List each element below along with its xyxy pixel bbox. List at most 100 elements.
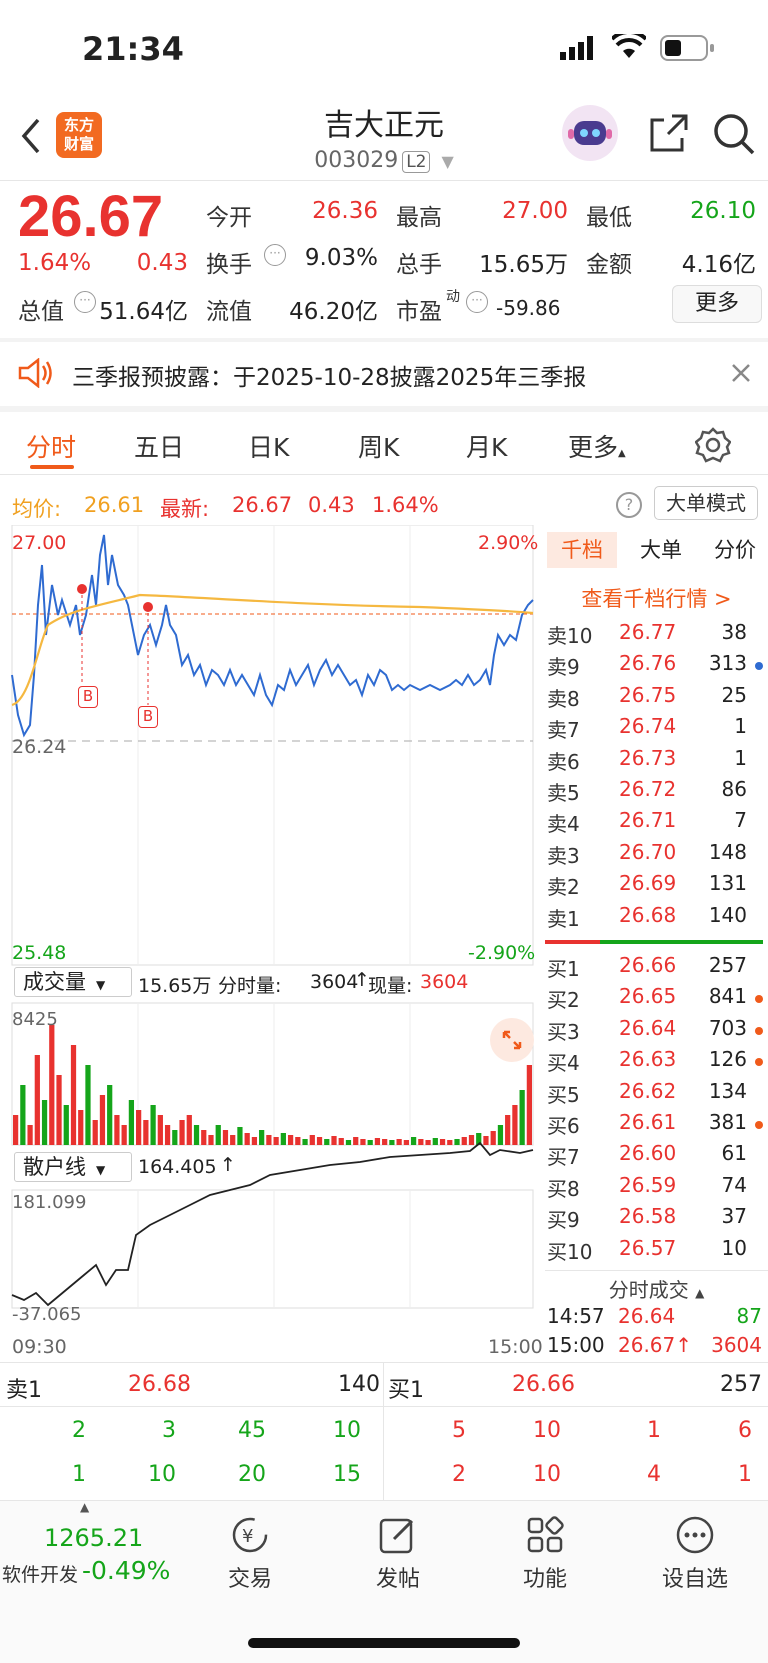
close-icon[interactable] bbox=[730, 362, 752, 388]
ask-row[interactable]: 卖5 26.72 86 bbox=[545, 777, 765, 808]
float-value: 46.20亿 bbox=[289, 299, 378, 325]
search-icon[interactable] bbox=[712, 112, 756, 160]
expand-icon[interactable] bbox=[490, 1018, 534, 1062]
index-value[interactable]: 1265.21 bbox=[44, 1524, 143, 1552]
tab-more[interactable]: 更多▲ bbox=[568, 428, 626, 464]
large-order-dot bbox=[755, 995, 763, 1004]
bid-row[interactable]: 买6 26.61 381 bbox=[545, 1110, 765, 1141]
tab-five-day[interactable]: 五日 bbox=[134, 428, 184, 464]
volume-bar bbox=[56, 1075, 62, 1145]
bid-row[interactable]: 买5 26.62 134 bbox=[545, 1079, 765, 1110]
ask-row[interactable]: 卖8 26.75 25 bbox=[545, 683, 765, 714]
ask-price: 26.71 bbox=[619, 808, 677, 833]
ask-volume: 313 bbox=[708, 651, 747, 676]
ask-row[interactable]: 卖6 26.73 1 bbox=[545, 746, 765, 777]
settings-icon[interactable] bbox=[694, 427, 732, 467]
big-order-mode-button[interactable]: 大单模式 bbox=[654, 486, 758, 520]
bid-volume: 703 bbox=[708, 1015, 747, 1040]
order-queue-count: 10 bbox=[533, 1418, 561, 1443]
volume-indicator-select[interactable]: 成交量 ▼ bbox=[14, 967, 132, 997]
retail-indicator-select[interactable]: 散户线 ▼ bbox=[14, 1152, 132, 1182]
volume-bar bbox=[230, 1135, 236, 1145]
edit-icon bbox=[378, 1515, 418, 1555]
bid-volume: 10 bbox=[721, 1235, 747, 1260]
robot-assistant-icon[interactable] bbox=[562, 105, 618, 161]
high-value: 27.00 bbox=[502, 198, 568, 224]
volume-bar bbox=[49, 1025, 55, 1145]
latest-pct: 1.64% bbox=[372, 493, 439, 517]
volume-bar bbox=[78, 1110, 84, 1145]
tick-volume-label: 分时量: bbox=[218, 975, 282, 997]
nav-post[interactable]: 发帖 bbox=[343, 1515, 453, 1593]
ask-row[interactable]: 卖10 26.77 38 bbox=[545, 620, 765, 651]
volume-bar bbox=[143, 1120, 149, 1145]
help-icon[interactable]: ? bbox=[616, 492, 642, 518]
bid-volume: 841 bbox=[708, 984, 747, 1009]
bid-level-label: 买9 bbox=[547, 1208, 580, 1233]
tab-daily-k[interactable]: 日K bbox=[248, 428, 289, 464]
ask-row[interactable]: 卖3 26.70 148 bbox=[545, 840, 765, 871]
bid-row[interactable]: 买9 26.58 37 bbox=[545, 1204, 765, 1235]
notice-text[interactable]: 三季报预披露：于2025-10-28披露2025年三季报 bbox=[72, 358, 586, 392]
volume-bar bbox=[70, 1045, 77, 1145]
bid-row[interactable]: 买3 26.64 703 bbox=[545, 1016, 765, 1047]
tab-monthly-k[interactable]: 月K bbox=[466, 428, 507, 464]
tick-trades-title[interactable]: 分时成交 ▲ bbox=[545, 1274, 768, 1303]
bid-row[interactable]: 买8 26.59 74 bbox=[545, 1173, 765, 1204]
volume-bar bbox=[172, 1130, 178, 1145]
volume-bar bbox=[505, 1115, 511, 1145]
volume-total: 15.65万 bbox=[138, 975, 212, 997]
tick-volume: 3604 bbox=[711, 1333, 762, 1357]
bid-price: 26.66 bbox=[619, 953, 677, 977]
bid-level-label: 买3 bbox=[547, 1019, 580, 1044]
bottom-sell1-volume: 140 bbox=[338, 1372, 380, 1397]
buy-marker-b[interactable]: B bbox=[138, 706, 158, 728]
more-button[interactable]: 更多 bbox=[672, 285, 762, 323]
volume-bar bbox=[136, 1110, 142, 1145]
large-order-dot bbox=[755, 1121, 763, 1129]
more-circle-icon bbox=[675, 1515, 715, 1555]
ask-row[interactable]: 卖4 26.71 7 bbox=[545, 808, 765, 839]
volume-bar bbox=[164, 1125, 171, 1145]
ask-row[interactable]: 卖2 26.69 131 bbox=[545, 871, 765, 902]
more-info-icon[interactable]: ··· bbox=[466, 291, 488, 313]
share-icon[interactable] bbox=[648, 112, 690, 158]
home-indicator[interactable] bbox=[248, 1638, 520, 1648]
index-pct[interactable]: -0.49% bbox=[82, 1556, 170, 1585]
signal-icon bbox=[560, 36, 596, 64]
tab-weekly-k[interactable]: 周K bbox=[358, 428, 399, 464]
ask-level-label: 卖1 bbox=[547, 906, 580, 931]
large-order-dot bbox=[755, 662, 763, 671]
bid-price: 26.62 bbox=[619, 1078, 677, 1103]
order-queue-count: 3 bbox=[162, 1418, 176, 1443]
buy-marker-b[interactable]: B bbox=[78, 686, 98, 708]
volume-bar bbox=[186, 1115, 192, 1145]
nav-trade[interactable]: ¥ 交易 bbox=[195, 1515, 305, 1593]
trade-marker-dot bbox=[77, 584, 87, 594]
bid-level-label: 买7 bbox=[547, 1145, 580, 1170]
ask-level-label: 卖10 bbox=[547, 624, 593, 648]
price-axis-top: 27.00 bbox=[12, 532, 67, 554]
caret-down-icon: ▼ bbox=[96, 1163, 106, 1177]
ask-row[interactable]: 卖1 26.68 140 bbox=[545, 903, 765, 934]
tab-thousand-levels[interactable]: 千档 bbox=[547, 532, 617, 568]
tab-big-orders[interactable]: 大单 bbox=[631, 532, 691, 568]
high-label: 最高 bbox=[396, 205, 442, 231]
order-queue-count: 1 bbox=[647, 1418, 661, 1443]
grid-icon bbox=[525, 1515, 565, 1555]
nav-add-watchlist[interactable]: 设自选 bbox=[640, 1515, 750, 1593]
ask-row[interactable]: 卖9 26.76 313 bbox=[545, 651, 765, 682]
bid-row[interactable]: 买10 26.57 10 bbox=[545, 1236, 765, 1267]
tab-price-distribution[interactable]: 分价 bbox=[703, 532, 767, 568]
bid-row[interactable]: 买7 26.60 61 bbox=[545, 1141, 765, 1172]
bid-row[interactable]: 买2 26.65 841 bbox=[545, 984, 765, 1015]
view-thousand-levels-link[interactable]: 查看千档行情 > bbox=[545, 583, 768, 613]
tab-intraday[interactable]: 分时 bbox=[26, 428, 76, 464]
index-name[interactable]: 软件开发 bbox=[2, 1560, 78, 1587]
ask-row[interactable]: 卖7 26.74 1 bbox=[545, 714, 765, 745]
bid-row[interactable]: 买4 26.63 126 bbox=[545, 1047, 765, 1078]
bid-row[interactable]: 买1 26.66 257 bbox=[545, 953, 765, 984]
nav-functions[interactable]: 功能 bbox=[490, 1515, 600, 1593]
time-axis-end: 15:00 bbox=[488, 1336, 543, 1358]
volume-bar bbox=[403, 1140, 409, 1145]
